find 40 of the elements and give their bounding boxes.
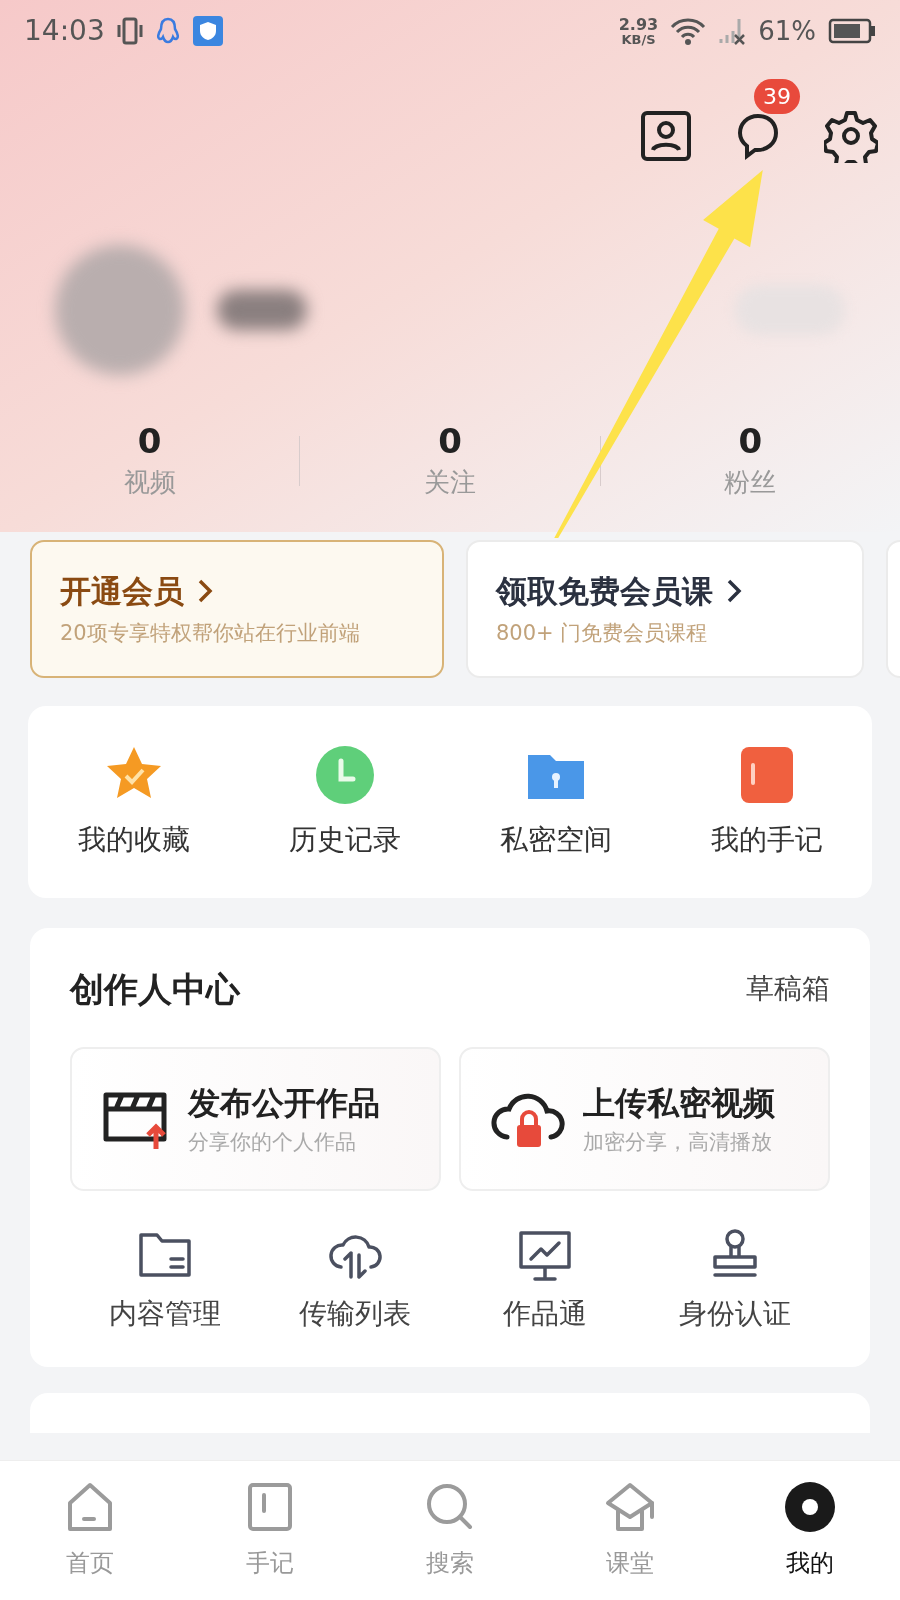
stat-value: 0 <box>137 420 162 463</box>
action-card[interactable]: 发布公开作品 分享你的个人作品 <box>70 1046 441 1191</box>
stat-label: 粉丝 <box>724 465 777 499</box>
action-card[interactable]: 上传私密视频 加密分享，高清播放 <box>459 1046 830 1191</box>
network-speed-unit: KB/S <box>621 32 656 46</box>
quick-link[interactable]: 私密空间 <box>450 742 661 861</box>
section-title: 创作人中心 <box>70 967 240 1011</box>
vibrate-icon <box>116 16 143 46</box>
contact-card-button[interactable] <box>640 110 692 162</box>
graduation-cap-icon <box>604 1480 656 1533</box>
clock-time: 14:03 <box>24 13 105 49</box>
card-title: 开通会员 <box>60 571 184 611</box>
profile-dot-icon <box>784 1480 836 1533</box>
creator-tool[interactable]: 内容管理 <box>70 1224 260 1335</box>
creator-tool[interactable]: 作品通 <box>450 1224 640 1335</box>
battery-percent: 61% <box>758 14 816 48</box>
vip-card[interactable]: 开通会员 20项专享特权帮你站在行业前端 <box>30 539 444 678</box>
network-speed-value: 2.93 <box>618 16 659 33</box>
settings-button[interactable] <box>824 109 878 163</box>
stat-label: 关注 <box>424 465 476 499</box>
creator-tool[interactable]: 身份认证 <box>640 1224 830 1335</box>
shield-icon <box>192 16 223 46</box>
quick-link[interactable]: 我的手记 <box>661 742 872 861</box>
no-signal-icon <box>718 17 747 45</box>
course-card[interactable]: 领取免费会员课 800+ 门免费会员课程 <box>466 539 864 678</box>
wifi-icon <box>670 17 707 45</box>
stat-value: 0 <box>738 420 763 463</box>
drafts-link[interactable]: 草稿箱 <box>746 968 830 1010</box>
stat-label: 视频 <box>123 465 176 499</box>
stat-value: 0 <box>438 420 462 463</box>
notification-badge: 39 <box>754 79 800 114</box>
nav-tab[interactable]: 我的 <box>720 1480 900 1581</box>
creator-tool[interactable]: 传输列表 <box>260 1224 450 1335</box>
penguin-icon <box>154 16 181 46</box>
card-subtitle: 800+ 门免费会员课程 <box>496 620 709 647</box>
card-subtitle: 20项专享特权帮你站在行业前端 <box>60 620 361 647</box>
battery-icon <box>828 18 876 44</box>
quick-link[interactable]: 我的收藏 <box>28 742 239 861</box>
card-title: 领取免费会员课 <box>496 571 713 611</box>
quick-link[interactable]: 历史记录 <box>239 742 450 861</box>
